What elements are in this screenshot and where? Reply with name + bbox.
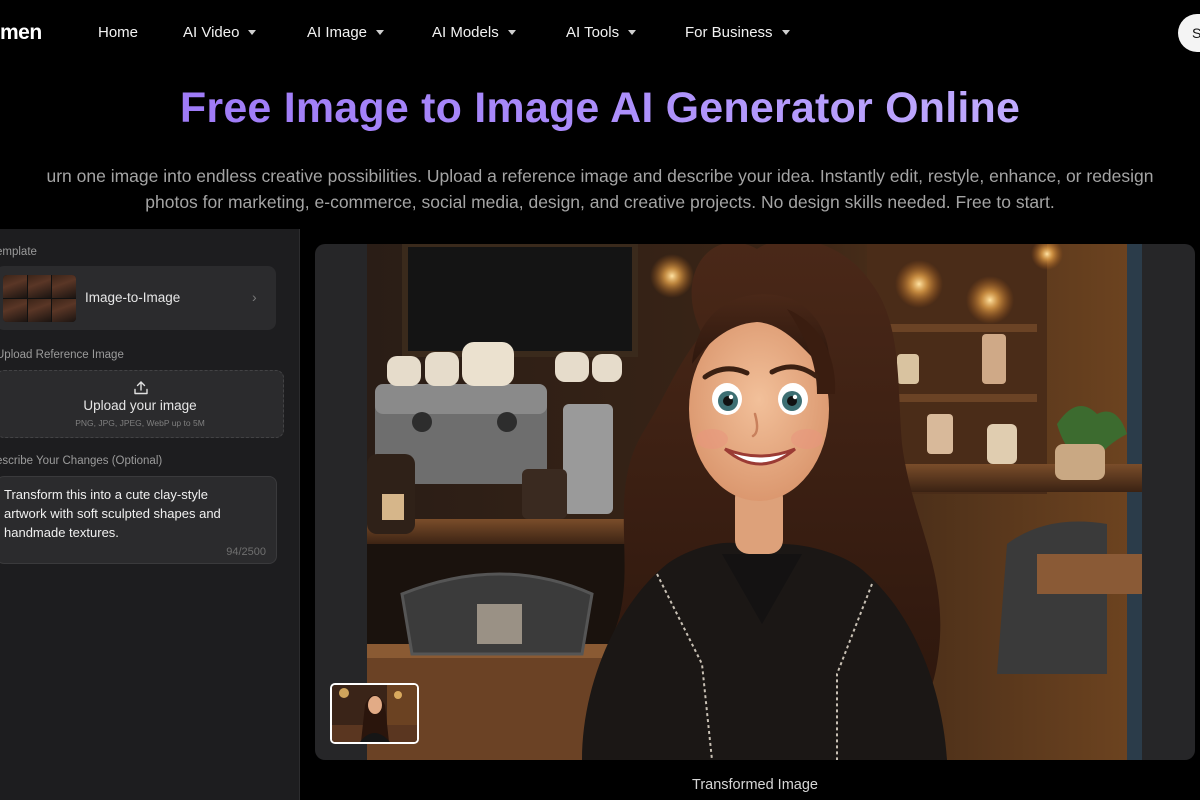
character-counter: 94/2500 [226,546,266,558]
nav-item-label: Home [98,24,139,41]
nav-item-label: AI Models [432,24,499,41]
nav-item-for-business[interactable]: For Business [685,24,790,41]
template-label: emplate [0,246,37,258]
caret-down-icon [376,30,385,35]
upload-icon [134,381,148,395]
caret-down-icon [628,30,637,35]
preview-caption: Transformed Image [692,777,818,793]
sign-in-button[interactable]: S [1178,14,1200,52]
template-selector[interactable]: Image-to-Image › [0,266,276,330]
nav-item-label: AI Tools [566,24,620,41]
nav-item-ai-video[interactable]: AI Video [183,24,257,41]
nav-item-label: AI Image [307,24,368,41]
settings-panel: emplate Image-to-Image › Upload Referenc… [0,229,300,800]
page-description: urn one image into endless creative poss… [0,163,1200,215]
nav-item-ai-image[interactable]: AI Image [307,24,385,41]
prompt-label: escribe Your Changes (Optional) [0,455,163,467]
template-thumbnail [3,275,76,322]
transformed-image [367,244,1142,760]
nav-item-home[interactable]: Home [98,24,138,41]
prompt-textarea[interactable]: Transform this into a cute clay-style ar… [0,476,277,564]
original-image-thumbnail[interactable] [330,683,419,744]
upload-dropzone[interactable]: Upload your image PNG, JPG, JPEG, WebP u… [0,370,284,438]
original-photo [332,685,417,742]
description-line-1: urn one image into endless creative poss… [46,166,1154,186]
caret-down-icon [781,30,790,35]
upload-title: Upload your image [83,398,197,413]
caret-down-icon [507,30,516,35]
template-name: Image-to-Image [85,290,181,305]
prompt-text: Transform this into a cute clay-style ar… [4,487,221,540]
nav-item-ai-models[interactable]: AI Models [432,24,516,41]
nav-item-label: AI Video [183,24,240,41]
top-nav: men Home AI Video AI Image AI Models AI … [0,0,1200,66]
description-line-2: photos for marketing, e-commerce, social… [145,192,1055,212]
chevron-right-icon: › [252,289,257,305]
caret-down-icon [248,30,257,35]
logo[interactable]: men [0,21,42,45]
page-title: Free Image to Image AI Generator Online [0,84,1200,133]
nav-item-ai-tools[interactable]: AI Tools [566,24,637,41]
upload-hint: PNG, JPG, JPEG, WebP up to 5M [75,418,205,428]
nav-item-label: For Business [685,24,773,41]
upload-label: Upload Reference Image [0,349,124,361]
preview-panel [315,244,1195,760]
